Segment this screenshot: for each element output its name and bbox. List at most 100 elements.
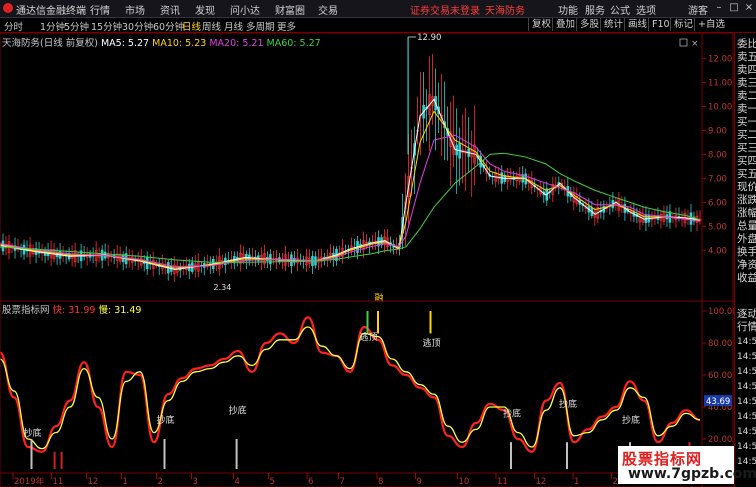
f10-button[interactable]: F10 xyxy=(648,18,670,31)
quote-side-panel: 委比 卖五 卖四 卖三 卖二 卖一 买一 买二 买三 买四 买五 现价 涨跌 涨… xyxy=(734,33,756,487)
menu-wealth-circle[interactable]: 财富圈 xyxy=(275,2,305,17)
period-tab-weekly[interactable]: 周线 xyxy=(202,19,221,33)
side-label-bid3: 买三 xyxy=(737,142,756,154)
stats-button[interactable]: 统计 xyxy=(600,18,623,31)
menu-trade[interactable]: 交易 xyxy=(318,2,338,17)
menu-discover[interactable]: 发现 xyxy=(195,2,215,17)
candlestick-plot: 4.00 5.00 6.00 7.00 8.00 9.00 10.00 11.00 12.00 1… xyxy=(0,33,732,304)
stock-name-title: 天海防务 xyxy=(485,6,525,17)
x-tick-label: 3 xyxy=(193,477,198,487)
period-tab-daily[interactable]: 日线 xyxy=(182,19,201,33)
indicator-plot: 20.0040.0060.0080.00100.0043.69抄底抄底抄底逃顶逃… xyxy=(0,307,734,469)
x-tick-label: 7 xyxy=(340,477,345,487)
side-label-ratio: 委比 xyxy=(737,38,756,50)
x-tick-label: 8 xyxy=(378,477,383,487)
fast-line-label: 快: 31.99 xyxy=(52,305,96,316)
x-tick-label: 5 xyxy=(270,477,275,487)
x-tick-label: 2 xyxy=(158,477,163,487)
ind-y-tick-label: 100.00 xyxy=(708,307,734,317)
signal-label: 抄底 xyxy=(559,398,577,410)
period-tab-intraday[interactable]: 分时 xyxy=(4,19,23,33)
menu-function[interactable]: 功能 xyxy=(558,2,578,17)
menu-market[interactable]: 市场 xyxy=(125,2,145,17)
period-tab-30min[interactable]: 30分钟 xyxy=(122,19,153,33)
side-label-bid4: 买四 xyxy=(737,155,756,167)
adjust-button[interactable]: 复权 xyxy=(528,18,551,31)
y-tick-label: 4.00 xyxy=(708,246,727,256)
app-title: 通达信金融终端 xyxy=(16,6,86,17)
side-label-quotes: 行情 xyxy=(737,321,756,333)
side-label-ask3: 卖三 xyxy=(737,77,756,89)
tick-time: 14:5 xyxy=(737,412,756,422)
side-label-ask1: 卖一 xyxy=(737,103,756,115)
menu-ask[interactable]: 问小达 xyxy=(230,2,260,17)
side-label-turnover: 换手 xyxy=(737,246,756,258)
maximize-icon[interactable]: □ xyxy=(727,0,741,16)
menu-news[interactable]: 资讯 xyxy=(160,2,180,17)
menu-market-quotes[interactable]: 行情 xyxy=(90,2,110,17)
login-notice[interactable]: 证券交易未登录 xyxy=(410,2,480,17)
watermark-logo: 股票指标网 www.7gpzb.com xyxy=(618,446,756,484)
mark-button[interactable]: 标记 xyxy=(670,18,693,31)
period-toolbar: 分时 1分钟 5分钟 15分钟 30分钟 60分钟 日线 周线 月线 多周期 更… xyxy=(0,18,756,33)
title-bar: 通达信金融终端 行情 市场 资讯 发现 问小达 财富圈 交易 证券交易未登录 天… xyxy=(0,0,756,18)
x-tick-label: 11 xyxy=(497,477,508,487)
app-logo-icon xyxy=(3,3,13,13)
signal-label: 抄底 xyxy=(229,404,247,416)
period-tab-1min[interactable]: 1分钟 xyxy=(40,19,65,33)
ind-y-tick-label: 20.00 xyxy=(708,435,732,445)
x-tick-label: 1 xyxy=(574,477,579,487)
x-tick-label: 2019年 xyxy=(14,476,45,487)
y-tick-label: 7.00 xyxy=(708,174,727,184)
tick-time: 14:5 xyxy=(737,427,756,437)
period-tab-60min[interactable]: 60分钟 xyxy=(153,19,184,33)
x-tick-label: 12 xyxy=(536,477,547,487)
x-tick-label: 12 xyxy=(88,477,99,487)
x-tick-label: 4 xyxy=(235,477,240,487)
side-label-change: 涨跌 xyxy=(737,194,756,206)
chart-area[interactable]: 4.00 5.00 6.00 7.00 8.00 9.00 10.00 11.00 12.00 1… xyxy=(0,33,734,487)
period-tab-5min[interactable]: 5分钟 xyxy=(64,19,89,33)
close-icon[interactable]: × xyxy=(742,0,756,16)
period-tab-monthly[interactable]: 月线 xyxy=(224,19,243,33)
y-tick-label: 9.00 xyxy=(708,126,727,136)
draw-line-button[interactable]: 画线 xyxy=(624,18,647,31)
panel-close-icon: × xyxy=(691,39,699,49)
side-label-ask4: 卖四 xyxy=(737,64,756,76)
tick-time: 14:5 xyxy=(737,352,756,362)
multi-stock-button[interactable]: 多股 xyxy=(576,18,599,31)
y-tick-label: 5.00 xyxy=(708,222,727,232)
ind-y-tick-label: 60.00 xyxy=(708,371,732,381)
signal-label: 逃顶 xyxy=(423,337,441,349)
event-tag: 融 xyxy=(375,293,384,304)
y-tick-label: 8.00 xyxy=(708,150,727,160)
menu-formula[interactable]: 公式 xyxy=(610,2,630,17)
tick-time: 14:5 xyxy=(737,442,756,452)
high-marker-label: 12.90 xyxy=(417,33,441,43)
side-label-ask5: 卖五 xyxy=(737,51,756,63)
user-label[interactable]: 游客 xyxy=(688,2,708,17)
side-label-ask2: 卖二 xyxy=(737,90,756,102)
side-label-live: 逐动 xyxy=(737,308,756,320)
y-tick-label: 12.00 xyxy=(708,55,732,65)
overlay-button[interactable]: 叠加 xyxy=(552,18,575,31)
side-label-bid5: 买五 xyxy=(737,168,756,180)
menu-service[interactable]: 服务 xyxy=(585,2,605,17)
ind-y-tick-label: 80.00 xyxy=(708,339,732,349)
low-marker-label: 2.34 xyxy=(214,283,232,292)
minimize-icon[interactable]: – xyxy=(712,0,726,16)
signal-label: 抄底 xyxy=(157,414,175,426)
period-tab-15min[interactable]: 15分钟 xyxy=(91,19,122,33)
add-favorite-button[interactable]: +自选 xyxy=(694,18,725,31)
x-tick-label: 11 xyxy=(53,477,64,487)
signal-label: 抄底 xyxy=(622,414,640,426)
menu-options[interactable]: 选项 xyxy=(636,2,656,17)
period-tab-multi[interactable]: 多周期 xyxy=(246,19,275,33)
side-label-income: 收益 xyxy=(737,272,756,284)
side-label-volume: 总量 xyxy=(737,220,756,232)
y-tick-label: 11.00 xyxy=(708,79,732,89)
period-tab-more[interactable]: 更多 xyxy=(277,19,296,33)
watermark-url: www.7gpzb.com xyxy=(628,466,756,482)
slow-line-label: 慢: 31.49 xyxy=(98,305,142,316)
indicator-line xyxy=(0,316,701,453)
